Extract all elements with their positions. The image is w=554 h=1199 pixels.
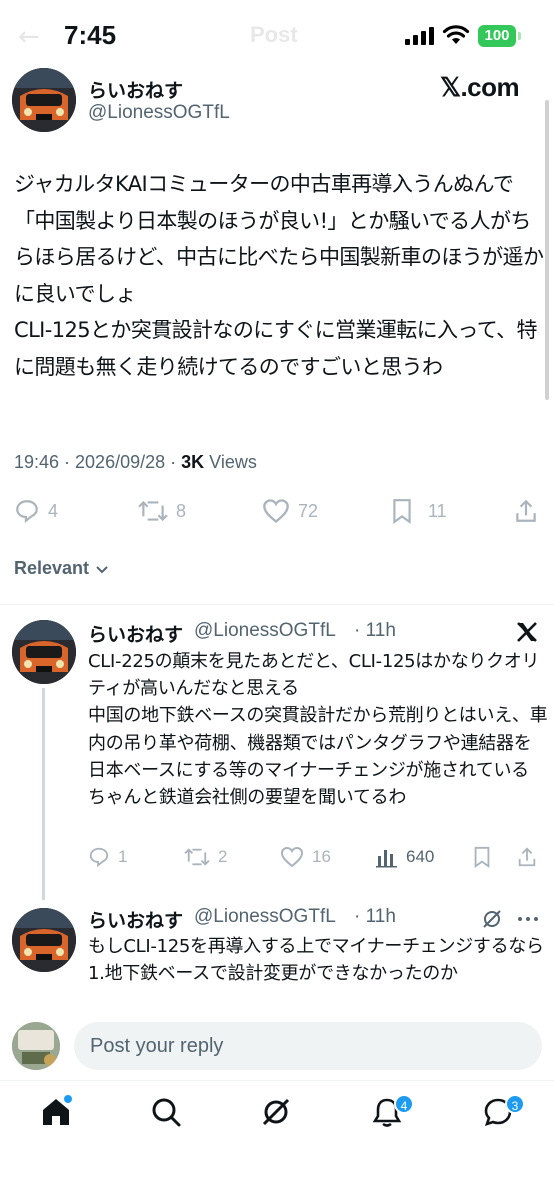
repost-count: 8	[176, 500, 187, 521]
share-icon	[516, 499, 536, 522]
cellular-signal-icon	[405, 27, 434, 45]
notifications-badge: 4	[394, 1094, 414, 1114]
post-text: ジャカルタKAIコミューターの中古車再導入うんぬんで「中国製より日本製のほうが良…	[14, 172, 544, 379]
grok-icon[interactable]	[481, 908, 503, 930]
messages-badge: 3	[505, 1094, 525, 1114]
repost-count: 2	[218, 847, 228, 866]
like-count: 16	[312, 847, 331, 866]
battery-indicator: 100	[478, 25, 516, 47]
repost-icon	[184, 848, 210, 866]
reply-author-handle[interactable]: @LionessOGTfL	[194, 906, 336, 928]
share-button[interactable]	[516, 846, 538, 868]
views-label: Views	[204, 452, 257, 472]
my-avatar[interactable]	[12, 1022, 60, 1070]
reply-input[interactable]: Post your reply	[74, 1022, 542, 1070]
repost-button[interactable]: 2	[184, 846, 227, 868]
chevron-down-icon	[96, 565, 108, 573]
repost-icon	[138, 500, 168, 522]
reply-author-handle[interactable]: @LionessOGTfL	[194, 620, 336, 642]
battery-tip	[518, 32, 521, 40]
bookmark-button[interactable]: 11	[390, 498, 447, 524]
post-meta: 19:46 · 2026/09/28 · 3K Views	[14, 452, 257, 473]
analytics-icon	[376, 850, 397, 868]
scrollbar[interactable]	[545, 100, 549, 400]
bookmark-icon	[474, 846, 490, 868]
reply-time: · 11h	[354, 906, 396, 927]
reply-icon	[89, 847, 109, 868]
heart-icon	[280, 846, 304, 868]
reply-author-name[interactable]: らいおねす	[88, 620, 183, 647]
status-time: 7:45	[64, 20, 117, 50]
reply-button[interactable]: 4	[14, 498, 58, 524]
grok-icon	[262, 1098, 290, 1126]
reply-button[interactable]: 1	[88, 846, 127, 868]
bookmark-icon	[393, 499, 411, 524]
like-button[interactable]: 72	[262, 498, 318, 524]
reply-text: CLI-225の顛末を見たあとだと、CLI-125はかなりクオリティが高いんだな…	[88, 651, 548, 809]
divider	[0, 604, 554, 605]
views-count: 3K	[181, 452, 205, 472]
reply-time: · 11h	[354, 620, 396, 641]
post-timestamp: 19:46 · 2026/09/28 ·	[14, 452, 182, 472]
reply-text: もしCLI-125を再導入する上でマイナーチェンジするなら 1.地下鉄ベースで設…	[88, 936, 544, 985]
more-options-icon[interactable]	[517, 915, 539, 923]
status-bar: ← 7:45 Post 100	[0, 0, 554, 70]
search-icon	[152, 1098, 181, 1127]
reply-icon	[16, 500, 38, 524]
author-handle[interactable]: @LionessOGTfL	[88, 102, 230, 124]
back-arrow-icon[interactable]: ←	[18, 22, 40, 52]
repost-button[interactable]: 8	[138, 498, 186, 524]
thread-line	[42, 688, 45, 900]
like-button[interactable]: 16	[280, 846, 331, 868]
bookmark-count: 11	[428, 500, 447, 521]
reply-count: 4	[48, 500, 59, 521]
author-name[interactable]: らいおねす	[88, 76, 183, 103]
avatar[interactable]	[12, 620, 76, 684]
page-title-ghost: Post	[250, 22, 298, 47]
sort-label: Relevant	[14, 558, 90, 578]
tab-search[interactable]	[150, 1096, 182, 1132]
tab-grok[interactable]	[260, 1096, 292, 1132]
home-unread-dot	[64, 1095, 72, 1103]
wifi-icon	[442, 25, 470, 44]
bookmark-button[interactable]	[472, 846, 492, 868]
x-com-brand[interactable]: 𝕏.com	[440, 72, 520, 103]
avatar[interactable]	[12, 68, 76, 132]
like-count: 72	[298, 500, 319, 521]
share-icon	[518, 847, 536, 867]
share-button[interactable]	[513, 498, 539, 524]
views-button[interactable]: 640	[376, 846, 434, 868]
views-count: 640	[406, 847, 435, 866]
avatar[interactable]	[12, 908, 76, 972]
reply-author-name[interactable]: らいおねす	[88, 906, 183, 933]
x-logo-icon[interactable]	[515, 620, 539, 644]
heart-icon	[263, 499, 289, 524]
sort-dropdown[interactable]: Relevant	[14, 558, 111, 579]
reply-count: 1	[118, 847, 128, 866]
